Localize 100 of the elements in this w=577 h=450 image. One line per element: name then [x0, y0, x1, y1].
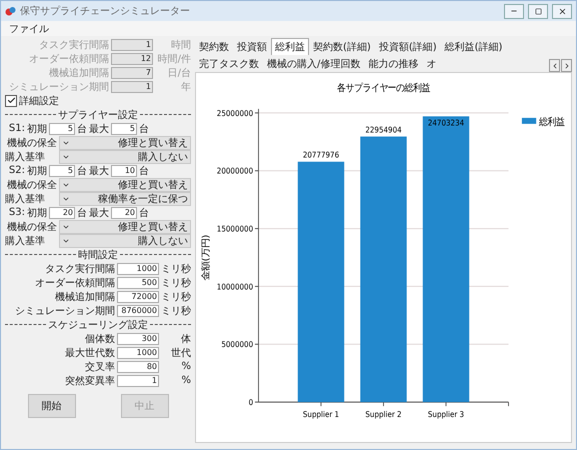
dropdown[interactable]: 稼働率を一定に保つ: [59, 192, 191, 206]
data-label: 20777976: [302, 150, 340, 160]
dropdown[interactable]: 購入しない: [59, 234, 191, 248]
field-label: 購入基準: [5, 192, 46, 206]
number-field[interactable]: 20: [49, 206, 75, 218]
x-tick-label: Supplier 3: [428, 410, 464, 420]
unit-label: 台: [77, 122, 87, 136]
dropdown[interactable]: 修理と買い替え: [59, 178, 191, 192]
tab[interactable]: 投資額: [233, 38, 271, 55]
unit-label: 台: [139, 206, 149, 220]
unit-label: ミリ秒: [161, 276, 191, 290]
unit-label: 台: [139, 164, 149, 178]
section-title: スケジューリング設定: [48, 318, 148, 332]
tab[interactable]: 機械の購入/修理回数: [263, 55, 364, 72]
field-label: 最大: [89, 206, 109, 220]
unit-label: 日/台: [166, 66, 191, 80]
field-label: 個体数: [85, 332, 115, 346]
checkbox[interactable]: [5, 94, 17, 106]
y-tick-label: 10000000: [216, 282, 254, 292]
number-field[interactable]: 5: [49, 164, 75, 176]
number-field[interactable]: 72000: [117, 290, 159, 302]
x-tick-label: Supplier 2: [365, 410, 402, 420]
maximize-icon: [534, 8, 542, 14]
window-title: 保守サプライチェーンシミュレーター: [20, 4, 191, 18]
legend-label: 総利益: [538, 116, 564, 128]
dropdown[interactable]: 修理と買い替え: [59, 136, 191, 150]
unit-label: ミリ秒: [161, 262, 191, 276]
section-title: サプライヤー設定: [58, 108, 138, 122]
field-label: タスク実行間隔: [45, 262, 115, 276]
unit-label: 台: [77, 206, 87, 220]
unit-label: 台: [77, 164, 87, 178]
x-tick-label: Supplier 1: [302, 410, 340, 420]
field-label: 機械追加間隔: [55, 290, 115, 304]
y-tick-label: 20000000: [216, 166, 254, 176]
field-label: 機械の保全: [6, 178, 57, 192]
close-button[interactable]: [552, 4, 572, 18]
unit-label: %: [180, 361, 191, 372]
action-button[interactable]: 開始: [28, 394, 76, 418]
field-label: タスク実行間隔: [39, 38, 109, 52]
data-label: 24703234: [428, 118, 464, 128]
checkbox-label: 詳細設定: [19, 94, 59, 108]
unit-label: ミリ秒: [161, 290, 191, 304]
number-field[interactable]: 20: [111, 206, 137, 218]
tab[interactable]: 投資額(詳細): [374, 38, 441, 55]
field-label: 購入基準: [5, 150, 46, 164]
number-field[interactable]: 1: [117, 374, 159, 386]
unit-label: ミリ秒: [161, 304, 191, 318]
y-tick-label: 25000000: [216, 108, 254, 118]
field-label: 初期: [27, 122, 47, 136]
scroll-left-button[interactable]: [549, 59, 560, 72]
number-field[interactable]: 1000: [117, 262, 159, 274]
tab[interactable]: 完了タスク数: [195, 55, 263, 72]
field-label: 初期: [27, 206, 47, 220]
y-axis-label: 金額(万円): [200, 234, 212, 280]
field-label: 初期: [27, 164, 47, 178]
data-label: 22954904: [365, 125, 402, 135]
number-field[interactable]: 500: [117, 276, 159, 288]
field-label: 購入基準: [5, 234, 46, 248]
field-label: オーダー依頼間隔: [29, 52, 109, 66]
field-label: 機械追加間隔: [49, 66, 109, 80]
field-label: 機械の保全: [6, 220, 57, 234]
number-field[interactable]: 10: [111, 164, 137, 176]
field-label: オーダー依頼間隔: [35, 276, 115, 290]
unit-label: 年: [180, 80, 191, 94]
unit-label: 時間: [170, 38, 191, 52]
tab[interactable]: 能力の推移: [364, 55, 422, 72]
dropdown[interactable]: 修理と買い替え: [59, 220, 191, 234]
unit-label: %: [180, 375, 191, 386]
menu-item[interactable]: ファイル: [9, 22, 49, 36]
supplier-label: S3:: [8, 207, 25, 218]
maximize-button[interactable]: [528, 4, 548, 18]
tab[interactable]: 総利益: [271, 38, 309, 55]
number-field[interactable]: 5: [111, 122, 137, 134]
app-icon: [5, 6, 16, 16]
field-label: 機械の保全: [6, 136, 57, 150]
field-label: シミュレーション期間: [15, 304, 115, 318]
tab[interactable]: 契約数: [195, 38, 233, 55]
number-field[interactable]: 5: [49, 122, 75, 134]
number-field[interactable]: 8760000: [117, 304, 159, 316]
field-label: 最大: [89, 164, 109, 178]
tab[interactable]: オ: [422, 55, 440, 72]
scroll-right-button[interactable]: [561, 59, 572, 72]
unit-label: 体: [180, 332, 191, 346]
dropdown[interactable]: 購入しない: [59, 150, 191, 164]
number-field[interactable]: 300: [117, 332, 159, 344]
y-tick-label: 5000000: [221, 340, 254, 350]
number-field[interactable]: 80: [117, 360, 159, 372]
tab[interactable]: 総利益(詳細): [440, 38, 506, 55]
field-label: 最大: [89, 122, 109, 136]
field-label: 交叉率: [85, 360, 115, 374]
number-field[interactable]: 1000: [117, 346, 159, 358]
field-label: 突然変異率: [65, 374, 115, 388]
tab[interactable]: 契約数(詳細): [309, 38, 375, 55]
unit-label: 台: [139, 122, 149, 136]
chart-title: 各サプライヤーの総利益: [336, 82, 430, 94]
field-label: シミュレーション期間: [9, 80, 109, 94]
field-label: 最大世代数: [65, 346, 115, 360]
y-tick-label: 0: [248, 398, 254, 408]
close-icon: [558, 6, 566, 16]
y-tick-label: 15000000: [216, 224, 254, 234]
